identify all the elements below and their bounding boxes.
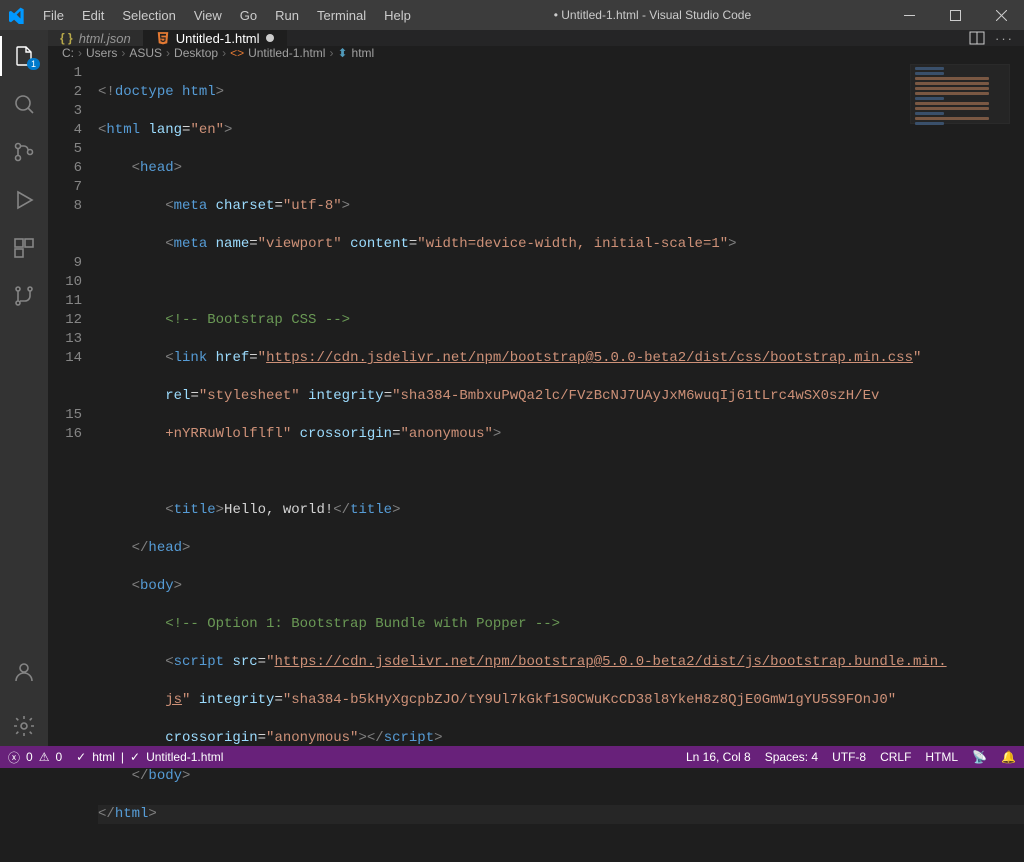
menu-file[interactable]: File <box>35 4 72 27</box>
editor-region: { } html.json Untitled-1.html ··· C:› Us… <box>48 30 1024 746</box>
tab-label: html.json <box>79 31 131 46</box>
extensions-icon[interactable] <box>0 228 48 268</box>
menu-selection[interactable]: Selection <box>114 4 183 27</box>
more-actions-icon[interactable]: ··· <box>995 31 1014 46</box>
html-file-icon <box>156 31 170 45</box>
settings-gear-icon[interactable] <box>0 706 48 746</box>
code-content[interactable]: <!doctype html> <html lang="en"> <head> … <box>98 60 1024 862</box>
vscode-logo-icon <box>0 7 35 24</box>
minimap[interactable] <box>910 64 1010 124</box>
code-editor[interactable]: 123 456 78 910 111213 14 1516 <!doctype … <box>48 60 1024 862</box>
crumb[interactable]: C: <box>62 46 74 60</box>
crumb[interactable]: Untitled-1.html <box>248 46 325 60</box>
tab-html-json[interactable]: { } html.json <box>48 30 144 46</box>
json-file-icon: { } <box>60 31 73 45</box>
menu-view[interactable]: View <box>186 4 230 27</box>
menubar: File Edit Selection View Go Run Terminal… <box>35 4 419 27</box>
title-bar: File Edit Selection View Go Run Terminal… <box>0 0 1024 30</box>
explorer-icon[interactable]: 1 <box>0 36 48 76</box>
menu-run[interactable]: Run <box>267 4 307 27</box>
activity-bar: 1 <box>0 30 48 746</box>
menu-terminal[interactable]: Terminal <box>309 4 374 27</box>
crumb[interactable]: Desktop <box>174 46 218 60</box>
source-control-icon[interactable] <box>0 132 48 172</box>
line-number-gutter: 123 456 78 910 111213 14 1516 <box>48 60 98 862</box>
tab-bar: { } html.json Untitled-1.html ··· <box>48 30 1024 46</box>
minimize-button[interactable] <box>886 0 932 30</box>
split-editor-icon[interactable] <box>969 30 985 46</box>
menu-edit[interactable]: Edit <box>74 4 112 27</box>
crumb[interactable]: ASUS <box>129 46 162 60</box>
window-title: • Untitled-1.html - Visual Studio Code <box>419 8 886 22</box>
html-tag-icon: ⬍ <box>337 46 347 60</box>
tab-label: Untitled-1.html <box>176 31 260 46</box>
crumb[interactable]: Users <box>86 46 117 60</box>
close-button[interactable] <box>978 0 1024 30</box>
accounts-icon[interactable] <box>0 652 48 692</box>
window-controls <box>886 0 1024 30</box>
error-icon: ⓧ <box>8 749 20 766</box>
explorer-badge: 1 <box>27 58 40 70</box>
menu-help[interactable]: Help <box>376 4 419 27</box>
git-graph-icon[interactable] <box>0 276 48 316</box>
menu-go[interactable]: Go <box>232 4 265 27</box>
run-debug-icon[interactable] <box>0 180 48 220</box>
tab-untitled-html[interactable]: Untitled-1.html <box>144 30 287 46</box>
modified-indicator-icon <box>266 34 274 42</box>
maximize-button[interactable] <box>932 0 978 30</box>
search-icon[interactable] <box>0 84 48 124</box>
crumb[interactable]: html <box>352 46 375 60</box>
html-file-icon: <> <box>230 46 244 60</box>
breadcrumbs[interactable]: C:› Users› ASUS› Desktop› <> Untitled-1.… <box>48 46 1024 60</box>
